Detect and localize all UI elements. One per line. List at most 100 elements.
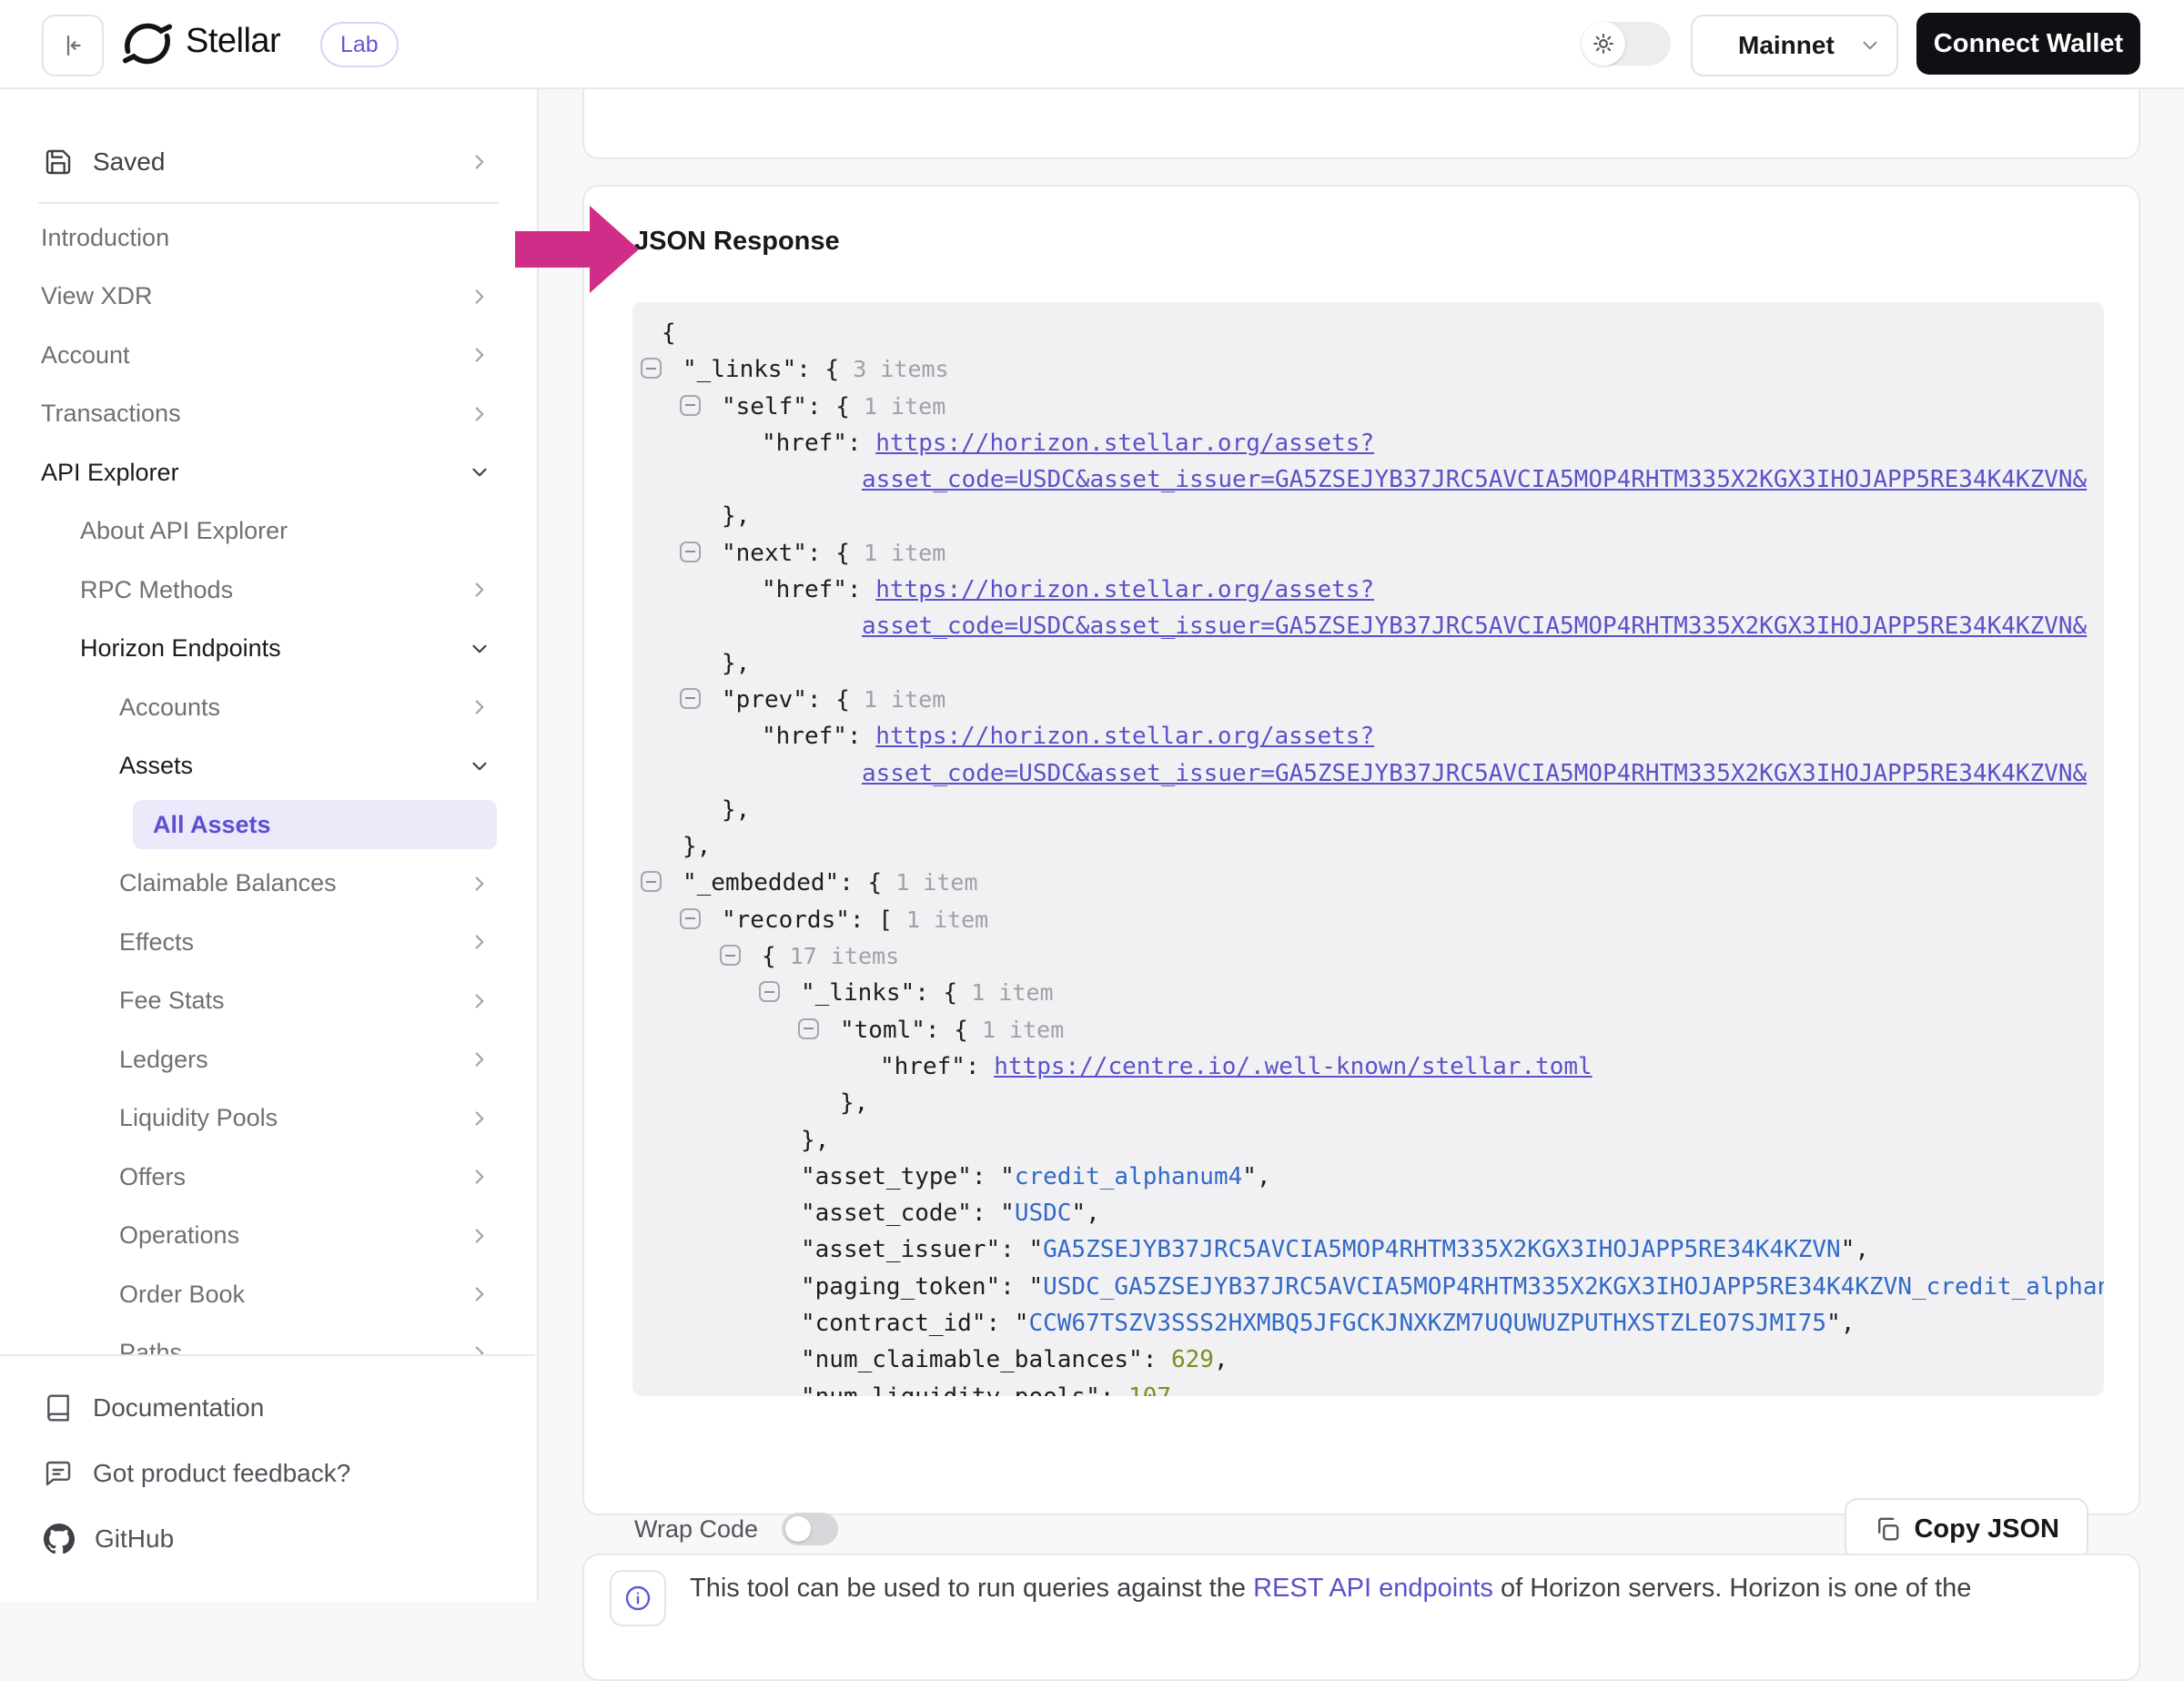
- copy-json-button[interactable]: Copy JSON: [1845, 1498, 2088, 1560]
- json-token: "_embedded": [682, 869, 839, 896]
- sidebar-footer-item-got-product-feedback-[interactable]: Got product feedback?: [0, 1444, 535, 1503]
- sidebar-item-transactions[interactable]: Transactions: [0, 385, 535, 444]
- chevron-right-icon: [468, 150, 491, 174]
- sidebar-item-paths[interactable]: Paths: [0, 1324, 535, 1355]
- json-token: "asset_type": [801, 1163, 972, 1190]
- json-token: 629: [1171, 1346, 1214, 1373]
- json-link[interactable]: https://horizon.stellar.org/assets?: [875, 576, 1374, 603]
- json-token: "href": [762, 576, 847, 603]
- json-code-viewer: {"_links": { 3 items"self": { 1 item"hre…: [632, 302, 2104, 1396]
- json-token: 1 item: [968, 1017, 1064, 1043]
- sidebar-item-label: Introduction: [41, 224, 169, 252]
- sidebar-footer-label: Got product feedback?: [93, 1459, 350, 1488]
- sidebar-item-label: Transactions: [41, 400, 181, 428]
- json-token: "_links": [682, 356, 796, 383]
- json-link[interactable]: asset_code=USDC&asset_issuer=GA5ZSEJYB37…: [862, 760, 2087, 787]
- collapse-toggle-icon[interactable]: [759, 981, 780, 1002]
- json-token: : ": [972, 1200, 1015, 1227]
- json-token: "prev": [722, 686, 807, 714]
- sidebar-item-introduction[interactable]: Introduction: [0, 208, 535, 268]
- collapse-toggle-icon[interactable]: [720, 945, 741, 966]
- sidebar-item-api-explorer[interactable]: API Explorer: [0, 443, 535, 502]
- json-line: asset_code=USDC&asset_issuer=GA5ZSEJYB37…: [632, 608, 2104, 644]
- json-token: 1 item: [850, 540, 945, 566]
- json-line: },: [632, 1085, 2104, 1121]
- json-token: "num_claimable_balances": [801, 1346, 1143, 1373]
- sidebar-item-rpc-methods[interactable]: RPC Methods: [0, 561, 535, 620]
- sidebar-item-order-book[interactable]: Order Book: [0, 1265, 535, 1324]
- json-token: : {: [925, 1017, 968, 1044]
- sidebar-item-account[interactable]: Account: [0, 326, 535, 385]
- json-response-card: JSON Response {"_links": { 3 items"self"…: [582, 185, 2140, 1515]
- collapse-toggle-icon[interactable]: [680, 395, 701, 416]
- info-note: This tool can be used to run queries aga…: [690, 1574, 1971, 1604]
- sidebar-item-label: Saved: [93, 147, 165, 177]
- stellar-logo-icon: [122, 18, 173, 74]
- json-link[interactable]: https://horizon.stellar.org/assets?: [875, 430, 1374, 457]
- sidebar-item-fee-stats[interactable]: Fee Stats: [0, 972, 535, 1031]
- sidebar-item-claimable-balances[interactable]: Claimable Balances: [0, 855, 535, 914]
- sidebar-item-label: API Explorer: [41, 459, 179, 487]
- network-select[interactable]: Mainnet: [1691, 15, 1898, 76]
- info-card-partial: This tool can be used to run queries aga…: [582, 1554, 2140, 1681]
- save-icon: [44, 147, 73, 177]
- sidebar-footer-item-github[interactable]: GitHub: [0, 1510, 535, 1568]
- wrap-code-label: Wrap Code: [634, 1515, 758, 1544]
- chevron-right-icon: [468, 1342, 491, 1354]
- collapse-toggle-icon[interactable]: [641, 871, 662, 892]
- sun-icon: [1591, 31, 1616, 56]
- sidebar-item-horizon-endpoints[interactable]: Horizon Endpoints: [0, 620, 535, 679]
- json-link[interactable]: asset_code=USDC&asset_issuer=GA5ZSEJYB37…: [862, 613, 2087, 640]
- json-link[interactable]: https://horizon.stellar.org/assets?: [875, 723, 1374, 750]
- json-link[interactable]: asset_code=USDC&asset_issuer=GA5ZSEJYB37…: [862, 466, 2087, 493]
- sidebar-item-about-api-explorer[interactable]: About API Explorer: [0, 502, 535, 562]
- sidebar-item-offers[interactable]: Offers: [0, 1148, 535, 1207]
- json-token: {: [662, 319, 676, 347]
- json-token: :: [1100, 1383, 1128, 1396]
- sidebar-item-label: View XDR: [41, 282, 153, 310]
- theme-toggle[interactable]: [1582, 22, 1671, 66]
- sidebar-item-ledgers[interactable]: Ledgers: [0, 1030, 535, 1089]
- sidebar-item-accounts[interactable]: Accounts: [0, 678, 535, 737]
- json-token: GA5ZSEJYB37JRC5AVCIA5MOP4RHTM335X2KGX3IH…: [1043, 1236, 1841, 1263]
- logo-text: Stellar: [186, 22, 280, 61]
- sidebar-item-label: Ledgers: [119, 1046, 208, 1074]
- sidebar-item-all-assets[interactable]: All Assets: [0, 795, 535, 855]
- json-token: : {: [839, 869, 882, 896]
- sidebar-footer-item-documentation[interactable]: Documentation: [0, 1379, 535, 1437]
- json-line: "records": [ 1 item: [632, 902, 2104, 938]
- json-token: "toml": [840, 1017, 925, 1044]
- collapse-toggle-icon[interactable]: [680, 542, 701, 562]
- json-token: : {: [915, 979, 957, 1007]
- json-line: "contract_id": "CCW67TSZV3SSS2HXMBQ5JFGC…: [632, 1305, 2104, 1342]
- sidebar-item-saved[interactable]: Saved: [0, 126, 535, 198]
- rest-api-endpoints-link[interactable]: REST API endpoints: [1253, 1574, 1493, 1603]
- chevron-right-icon: [468, 695, 491, 719]
- sidebar: Saved Introduction View XDR Account Transac…: [0, 87, 539, 1600]
- sidebar-item-operations[interactable]: Operations: [0, 1207, 535, 1266]
- json-token: : {: [807, 540, 850, 567]
- json-token: {: [762, 943, 776, 970]
- json-link[interactable]: https://centre.io/.well-known/stellar.to…: [994, 1053, 1592, 1080]
- sidebar-collapse-button[interactable]: [42, 15, 104, 76]
- json-token: "href": [762, 723, 847, 750]
- chevron-right-icon: [468, 1107, 491, 1130]
- sidebar-item-effects[interactable]: Effects: [0, 913, 535, 972]
- wrap-code-toggle-knob: [785, 1516, 811, 1542]
- book-icon: [44, 1393, 73, 1423]
- collapse-toggle-icon[interactable]: [680, 688, 701, 709]
- json-token: ",: [1071, 1200, 1099, 1227]
- json-line: "href": https://horizon.stellar.org/asse…: [632, 718, 2104, 754]
- collapse-toggle-icon[interactable]: [798, 1018, 819, 1039]
- sidebar-item-assets[interactable]: Assets: [0, 737, 535, 796]
- json-line: "_links": { 3 items: [632, 351, 2104, 388]
- collapse-toggle-icon[interactable]: [641, 358, 662, 379]
- json-token: : ": [1000, 1236, 1043, 1263]
- json-token: : {: [807, 393, 850, 420]
- connect-wallet-button[interactable]: Connect Wallet: [1916, 13, 2140, 75]
- sidebar-item-view-xdr[interactable]: View XDR: [0, 268, 535, 327]
- wrap-code-toggle[interactable]: [782, 1513, 838, 1545]
- sidebar-item-liquidity-pools[interactable]: Liquidity Pools: [0, 1089, 535, 1149]
- collapse-toggle-icon[interactable]: [680, 908, 701, 929]
- json-line: "prev": { 1 item: [632, 682, 2104, 718]
